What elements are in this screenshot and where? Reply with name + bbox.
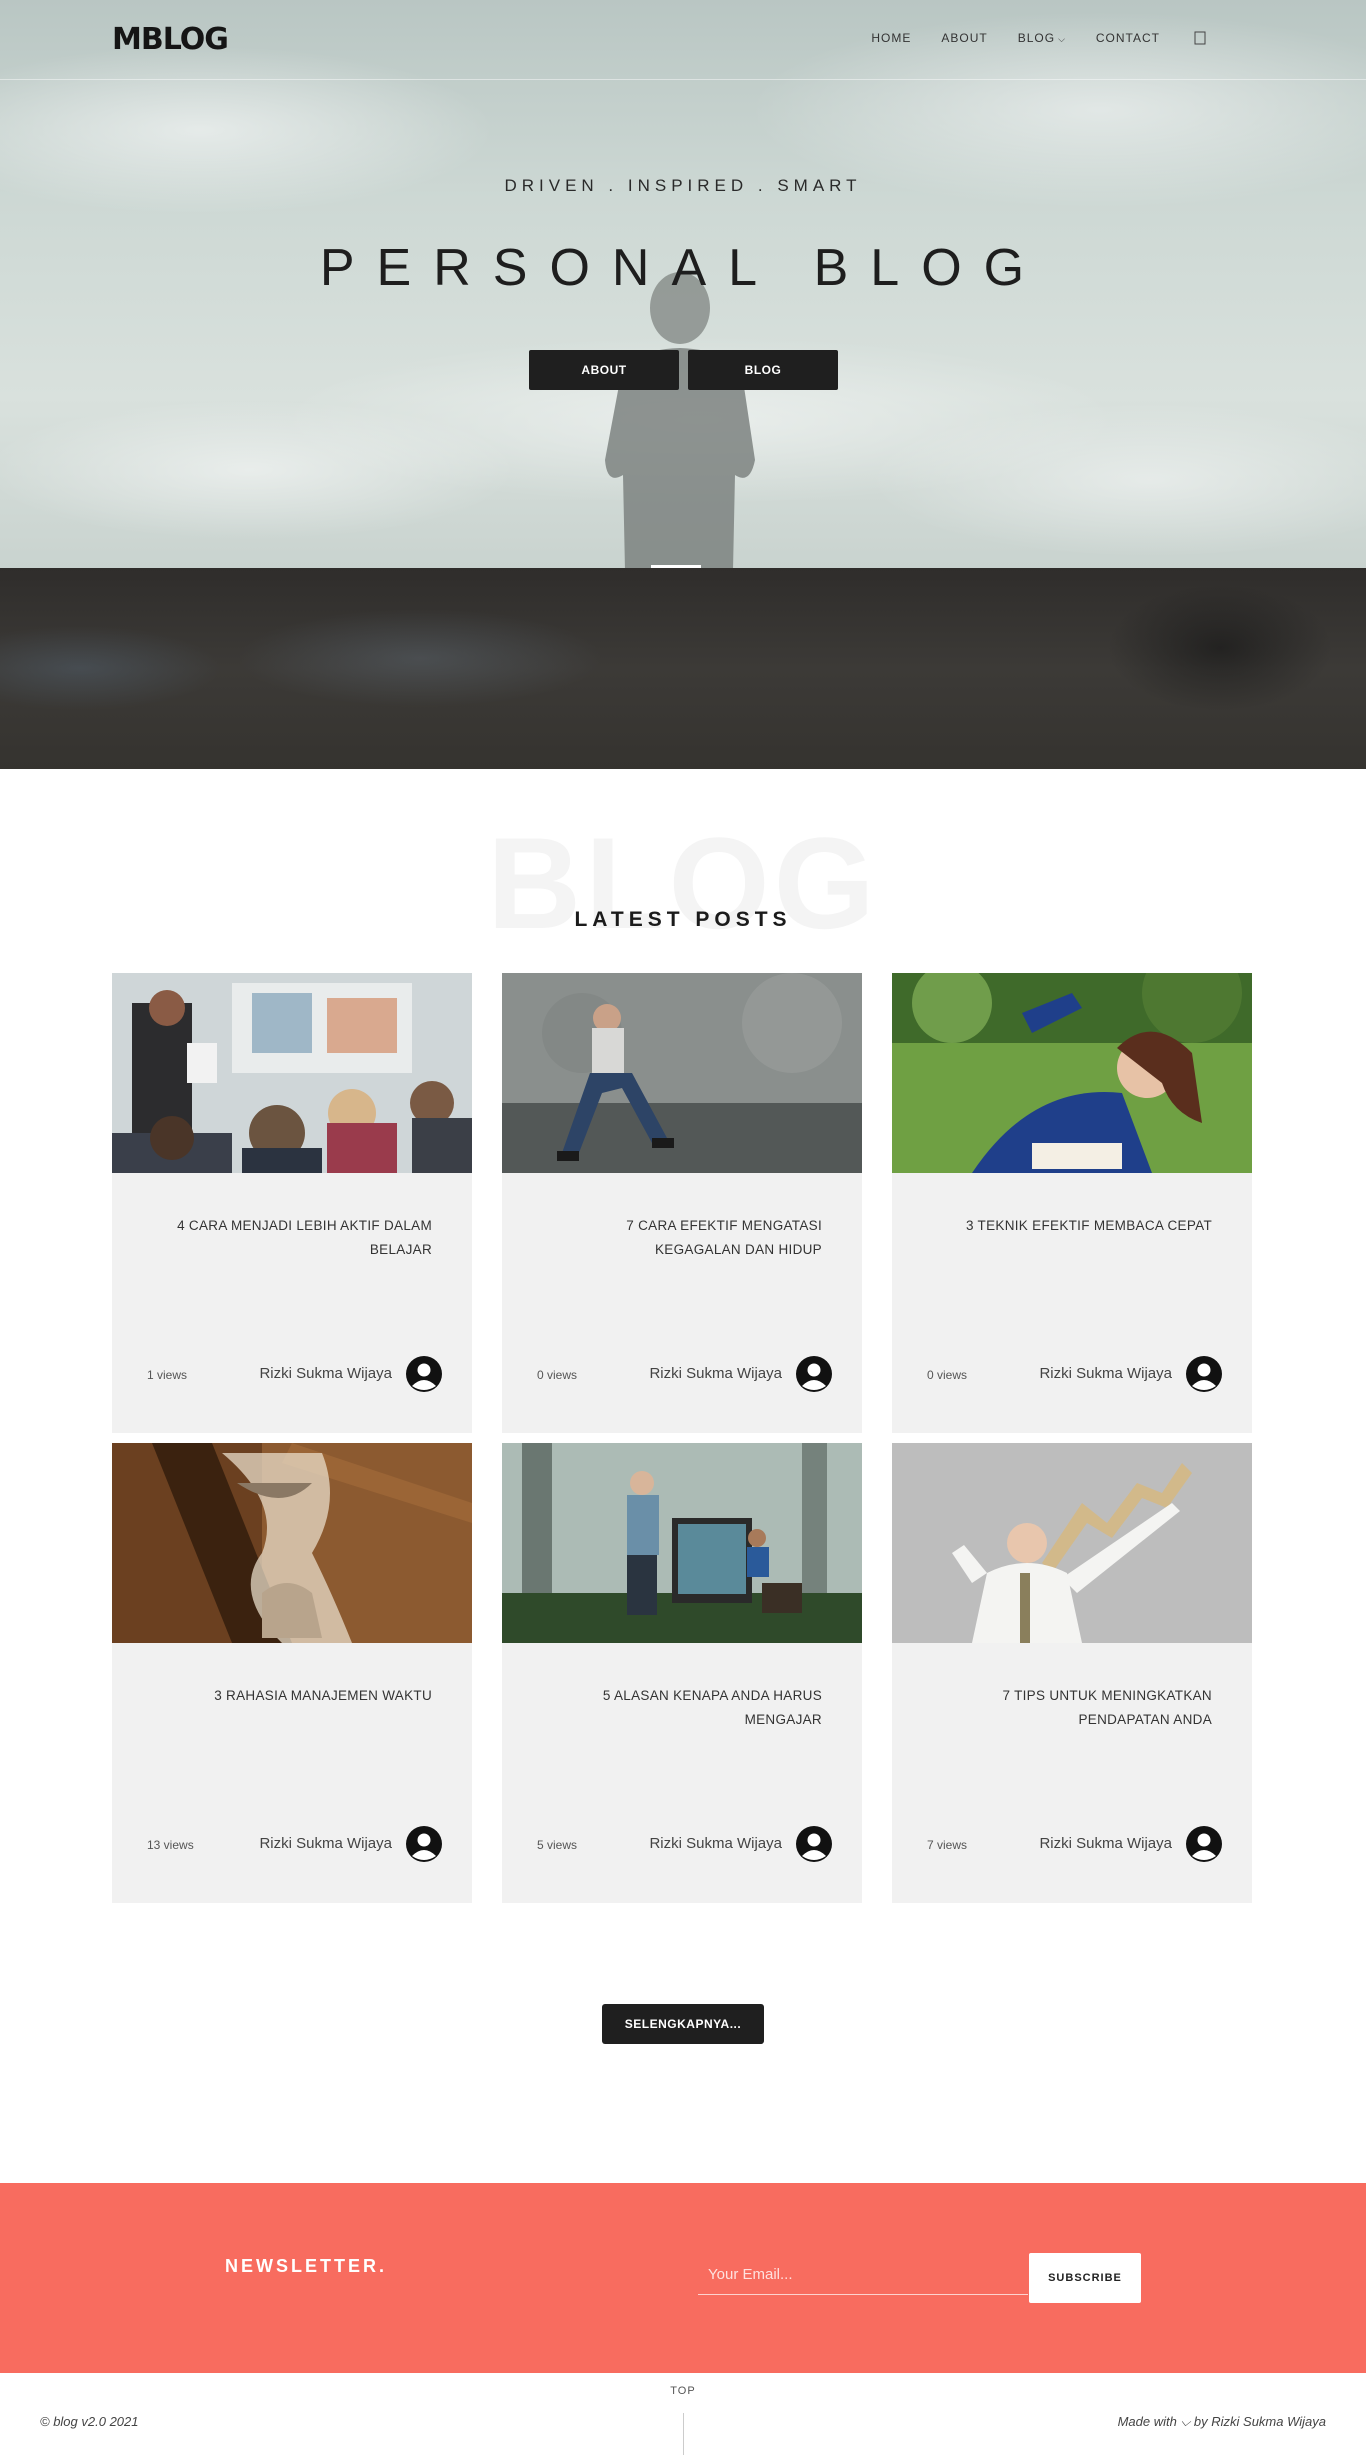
nav-blog-dropdown[interactable]: BLOG ⌵ [1018,31,1066,45]
post-card[interactable]: 7 TIPS UNTUK MENINGKATKAN PENDAPATAN AND… [892,1443,1252,1903]
post-author[interactable]: Rizki Sukma Wijaya [259,1835,392,1852]
nav-blog-label: BLOG [1017,31,1056,45]
newsletter-title: NEWSLETTER. [225,2256,387,2276]
back-to-top-link[interactable]: TOP [0,2385,1366,2397]
nav-contact-link[interactable]: CONTACT [1096,31,1160,45]
hero-buttons: ABOUT BLOG [529,350,838,390]
post-views: 0 views [537,1368,578,1382]
avatar-icon[interactable] [406,1826,442,1862]
post-card[interactable]: 3 TEKNIK EFEKTIF MEMBACA CEPAT 0 views R… [892,973,1252,1433]
post-title[interactable]: 3 TEKNIK EFEKTIF MEMBACA CEPAT [932,1214,1212,1238]
avatar-icon[interactable] [796,1826,832,1862]
post-author[interactable]: Rizki Sukma Wijaya [1039,1365,1172,1382]
avatar-icon[interactable] [1186,1356,1222,1392]
post-author[interactable]: Rizki Sukma Wijaya [1039,1835,1172,1852]
nav-home-link[interactable]: HOME [871,31,911,45]
nav-about-link[interactable]: ABOUT [941,31,987,45]
post-card[interactable]: 7 CARA EFEKTIF MENGATASI KEGAGALAN DAN H… [502,973,862,1433]
subscribe-button[interactable]: SUBSCRIBE [1029,2253,1141,2303]
back-to-top-line [683,2413,684,2455]
nav-menu: HOME ABOUT BLOG ⌵ CONTACT [871,31,1206,45]
top-navbar: MBLOG HOME ABOUT BLOG ⌵ CONTACT [0,0,1366,80]
post-card[interactable]: 4 CARA MENJADI LEBIH AKTIF DALAM BELAJAR… [112,973,472,1433]
post-thumbnail-sad-person[interactable] [502,973,862,1173]
site-logo[interactable]: MBLOG [112,22,229,57]
post-views: 13 views [147,1838,194,1852]
post-views: 1 views [147,1368,188,1382]
hero-section: MBLOG HOME ABOUT BLOG ⌵ CONTACT DRIVEN . … [0,0,1366,568]
post-thumbnail-businessman[interactable] [892,1443,1252,1643]
post-title[interactable]: 4 CARA MENJADI LEBIH AKTIF DALAM BELAJAR [152,1214,432,1262]
newsletter-section: NEWSLETTER. SUBSCRIBE [0,2183,1366,2373]
copyright-text: © blog v2.0 2021 [40,2414,139,2429]
post-views: 7 views [927,1838,968,1852]
post-title[interactable]: 7 TIPS UNTUK MENINGKATKAN PENDAPATAN AND… [932,1684,1212,1732]
post-thumbnail-hourglass[interactable] [112,1443,472,1643]
post-thumbnail-girl-reading[interactable] [892,973,1252,1173]
post-title[interactable]: 3 RAHASIA MANAJEMEN WAKTU [152,1684,432,1708]
latest-posts-title: LATEST POSTS [574,908,792,931]
post-views: 0 views [927,1368,968,1382]
post-card[interactable]: 5 ALASAN KENAPA ANDA HARUS MENGAJAR 5 vi… [502,1443,862,1903]
chevron-down-icon: ⌵ [1058,34,1066,44]
footer: © blog v2.0 2021 TOP Made with ⌵ by Rizk… [0,2373,1366,2455]
more-posts-button[interactable]: SELENGKAPNYA... [602,2004,764,2044]
made-with-credit: Made with ⌵ by Rizki Sukma Wijaya [1117,2414,1326,2429]
hero-person-image [605,272,755,568]
post-title[interactable]: 5 ALASAN KENAPA ANDA HARUS MENGAJAR [542,1684,822,1732]
email-field[interactable] [698,2255,1028,2295]
search-icon[interactable] [1194,31,1206,45]
post-title[interactable]: 7 CARA EFEKTIF MENGATASI KEGAGALAN DAN H… [542,1214,822,1262]
post-thumbnail-classroom[interactable] [112,973,472,1173]
post-thumbnail-teacher-forest[interactable] [502,1443,862,1643]
post-author[interactable]: Rizki Sukma Wijaya [649,1365,782,1382]
post-views: 5 views [537,1838,578,1852]
hero-blog-button[interactable]: BLOG [688,350,838,390]
hero-title: PERSONAL BLOG [319,239,1047,297]
avatar-icon[interactable] [406,1356,442,1392]
post-card[interactable]: 3 RAHASIA MANAJEMEN WAKTU 13 views Rizki… [112,1443,472,1903]
avatar-icon[interactable] [1186,1826,1222,1862]
post-author[interactable]: Rizki Sukma Wijaya [259,1365,392,1382]
hero-tagline: DRIVEN . INSPIRED . SMART [504,176,862,195]
post-author[interactable]: Rizki Sukma Wijaya [649,1835,782,1852]
avatar-icon[interactable] [796,1356,832,1392]
parallax-band-image [0,568,1366,769]
hero-about-button[interactable]: ABOUT [529,350,679,390]
